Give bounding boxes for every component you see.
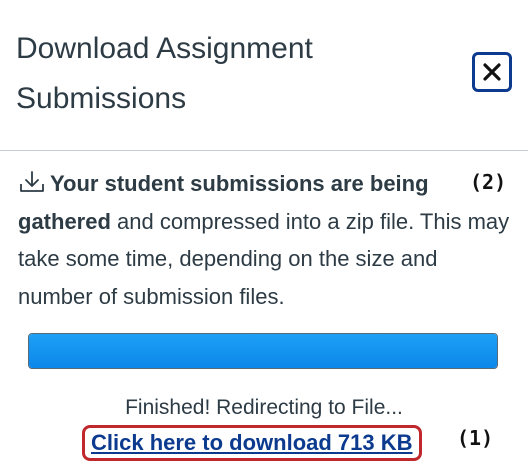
progress-bar-fill — [29, 334, 497, 368]
status-text: Finished! Redirecting to File... — [125, 396, 403, 419]
gathering-message: Your student submissions are being gathe… — [18, 165, 510, 315]
download-submissions-dialog: Download Assignment Submissions Your stu… — [0, 0, 528, 474]
download-link[interactable]: Click here to download 713 KB — [82, 425, 422, 461]
annotation-1: (1) — [457, 426, 494, 450]
annotation-2: (2) — [470, 170, 507, 194]
close-icon — [483, 63, 501, 81]
dialog-header: Download Assignment Submissions — [0, 0, 528, 151]
download-icon — [20, 171, 44, 192]
dialog-title: Download Assignment Submissions — [16, 32, 313, 115]
progress-bar — [28, 333, 498, 369]
close-button[interactable] — [472, 52, 512, 92]
